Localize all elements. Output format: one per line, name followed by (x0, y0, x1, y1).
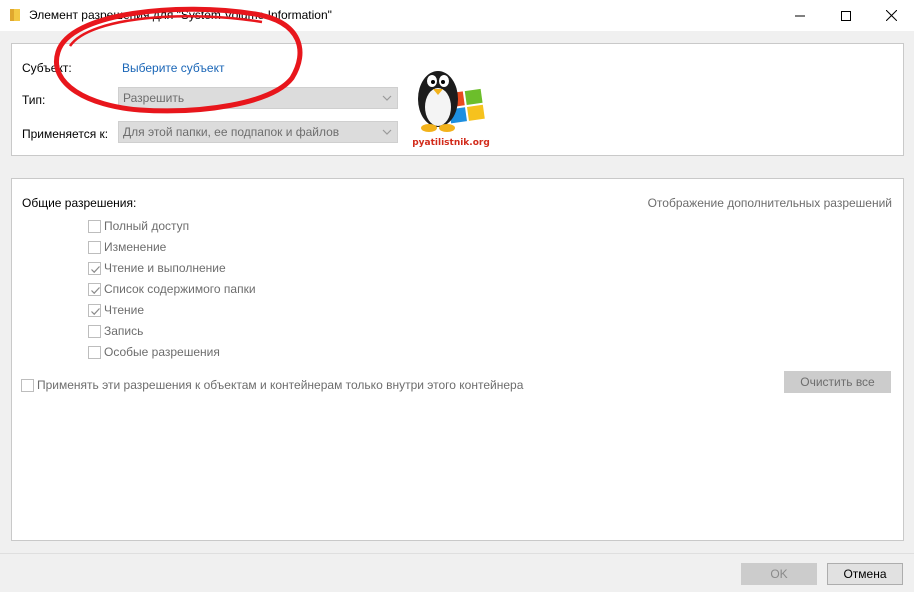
permission-checkbox[interactable] (88, 261, 101, 275)
show-advanced-permissions-link[interactable]: Отображение дополнительных разрешений (648, 196, 892, 210)
window-title: Элемент разрешения для "System Volume In… (29, 8, 332, 22)
close-button[interactable] (868, 0, 914, 31)
permission-label: Запись (104, 324, 144, 338)
permission-checkbox[interactable] (88, 324, 101, 338)
permission-checkbox[interactable] (88, 303, 101, 317)
penguin-watermark-logo: pyatilistnik.org (405, 57, 496, 148)
maximize-icon (841, 10, 851, 21)
apply-only-checkbox[interactable] (21, 378, 34, 392)
applies-to-select[interactable]: Для этой папки, ее подпапок и файлов (118, 121, 398, 143)
permission-row[interactable]: Запись (88, 324, 143, 338)
penguin-windows-icon: pyatilistnik.org (405, 57, 496, 148)
permission-label: Изменение (104, 240, 167, 254)
permission-label: Чтение и выполнение (104, 261, 226, 275)
watermark-text: pyatilistnik.org (412, 138, 490, 148)
applies-to-label: Применяется к: (22, 127, 109, 141)
checkmark-icon (91, 286, 100, 294)
permission-label: Список содержимого папки (104, 282, 256, 296)
applies-to-select-value: Для этой папки, ее подпапок и файлов (123, 125, 340, 139)
permission-row[interactable]: Полный доступ (88, 219, 189, 233)
chevron-down-icon (382, 95, 392, 101)
apply-only-container-row[interactable]: Применять эти разрешения к объектам и ко… (21, 378, 523, 392)
permission-checkbox[interactable] (88, 282, 101, 296)
permission-checkbox[interactable] (88, 345, 101, 359)
checkmark-icon (91, 307, 100, 315)
type-select[interactable]: Разрешить (118, 87, 398, 109)
clear-all-button[interactable]: Очистить все (784, 371, 891, 393)
permissions-heading: Общие разрешения: (22, 196, 137, 210)
permission-label: Полный доступ (104, 219, 190, 233)
minimize-icon (795, 15, 805, 16)
minimize-button[interactable] (777, 0, 823, 31)
cancel-button[interactable]: Отмена (827, 563, 903, 585)
permission-row[interactable]: Чтение (88, 303, 144, 317)
chevron-down-icon (382, 129, 392, 135)
permission-checkbox[interactable] (88, 219, 101, 233)
permission-label: Чтение (104, 303, 145, 317)
apply-only-label: Применять эти разрешения к объектам и ко… (37, 378, 524, 392)
permission-row[interactable]: Чтение и выполнение (88, 261, 226, 275)
ok-button[interactable]: OK (741, 563, 817, 585)
permission-row[interactable]: Особые разрешения (88, 345, 220, 359)
subject-label: Субъект: (22, 61, 72, 75)
checkmark-icon (91, 265, 100, 273)
type-select-value: Разрешить (123, 91, 185, 105)
permission-row[interactable]: Изменение (88, 240, 166, 254)
permission-label: Особые разрешения (104, 345, 220, 359)
permission-checkbox[interactable] (88, 240, 101, 254)
maximize-button[interactable] (823, 0, 869, 31)
folder-icon (10, 9, 20, 21)
close-icon (885, 10, 897, 21)
type-label: Тип: (22, 93, 46, 107)
permission-row[interactable]: Список содержимого папки (88, 282, 256, 296)
title-bar: Элемент разрешения для "System Volume In… (0, 0, 914, 31)
select-subject-link[interactable]: Выберите субъект (122, 61, 224, 75)
